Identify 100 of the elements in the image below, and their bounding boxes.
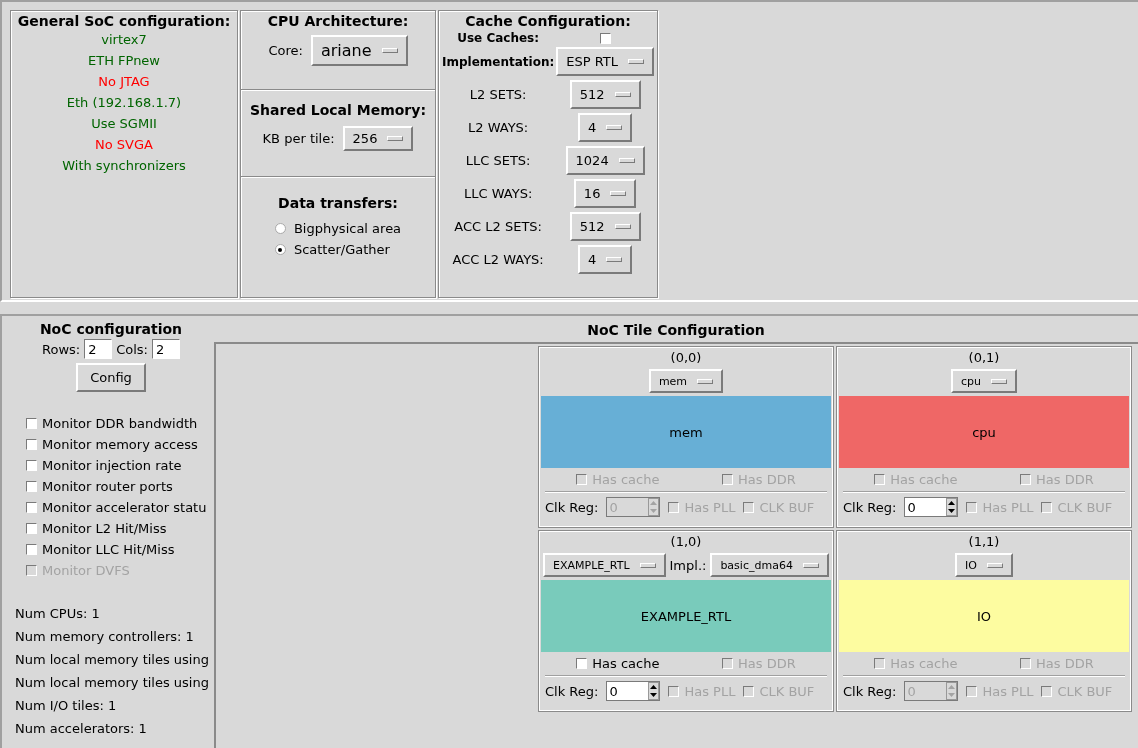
value-dropdown[interactable]: 512 [569, 80, 641, 109]
tile-block: EXAMPLE_RTL [541, 580, 831, 652]
field-label: KB per tile: [262, 131, 335, 146]
checkbox[interactable] [26, 460, 37, 471]
indicator-icon [639, 562, 656, 568]
clock-spinbox[interactable]: 0 [904, 497, 959, 517]
cols-input[interactable]: 2 [152, 339, 180, 359]
indicator-icon [387, 136, 404, 141]
radio-label[interactable]: Scatter/Gather [293, 242, 390, 257]
section-title: CPU Architecture: [267, 13, 409, 29]
status-text: No JTAG [98, 73, 150, 91]
status-text: With synchronizers [62, 157, 186, 175]
tile-block: mem [541, 396, 831, 468]
field-label: Clk Reg: [843, 499, 897, 515]
field-label: Clk Reg: [545, 499, 599, 515]
indicator-icon [986, 562, 1003, 568]
checkbox[interactable] [26, 544, 37, 555]
indicator-icon [614, 224, 631, 229]
field-label: Implementation: [442, 54, 555, 69]
value-dropdown[interactable]: 4 [578, 113, 633, 142]
indicator-icon [697, 378, 714, 384]
checkbox-label[interactable]: Monitor L2 Hit/Miss [42, 521, 167, 536]
field-label: L2 WAYS: [468, 120, 529, 135]
tile-type-dropdown[interactable]: IO [955, 553, 1013, 577]
checkbox[interactable] [599, 32, 611, 44]
status-text: No SVGA [95, 136, 153, 154]
indicator-icon [991, 378, 1007, 384]
field-label: L2 SETS: [469, 87, 527, 102]
status-text: ETH FPnew [88, 52, 160, 70]
checkbox-label[interactable]: Monitor router ports [42, 479, 173, 494]
radio-button[interactable] [274, 244, 286, 255]
tile-coordinate: (0,0) [670, 350, 702, 366]
tile-block: IO [839, 580, 1129, 652]
status-text: Eth (192.168.1.7) [66, 94, 182, 112]
radio-label[interactable]: Bigphysical area [293, 221, 402, 236]
indicator-icon [618, 158, 635, 163]
field-label: Clk Reg: [545, 683, 599, 699]
section-title: General SoC configuration: [17, 13, 231, 29]
spin-arrows-icon [648, 682, 660, 700]
checkbox-label[interactable]: Monitor LLC Hit/Miss [42, 542, 175, 557]
clock-spinbox[interactable]: 0 [606, 681, 661, 701]
tile-coordinate: (1,0) [670, 534, 702, 550]
spin-arrows-icon [946, 682, 958, 700]
indicator-icon [628, 59, 644, 64]
field-label: Impl.: [669, 557, 707, 573]
section-title: Data transfers: [278, 195, 398, 211]
tile-block: cpu [839, 396, 1129, 468]
stat-text: Num accelerators: 1 [15, 720, 148, 738]
field-label: ACC L2 SETS: [454, 219, 542, 234]
value-dropdown[interactable]: 1024 [565, 146, 645, 175]
section-title: Shared Local Memory: [250, 102, 426, 118]
value-dropdown[interactable]: 512 [569, 212, 641, 241]
indicator-icon [610, 191, 627, 196]
indicator-icon [381, 48, 398, 53]
field-label: LLC SETS: [465, 153, 531, 168]
checkbox-label[interactable]: Monitor accelerator statu [42, 500, 207, 515]
stat-text: Num I/O tiles: 1 [15, 697, 118, 715]
checkbox-label[interactable]: Monitor DDR bandwidth [42, 416, 198, 431]
field-label: Core: [268, 43, 303, 58]
rows-input[interactable]: 2 [84, 339, 113, 359]
checkbox[interactable] [26, 439, 37, 450]
checkbox[interactable] [26, 418, 37, 429]
indicator-icon [606, 257, 623, 262]
stat-text: Num memory controllers: 1 [15, 628, 195, 646]
tile-coordinate: (1,1) [968, 534, 1000, 550]
indicator-icon [802, 562, 819, 568]
memory-dropdown[interactable]: 256 [342, 126, 414, 151]
stat-text: Num local memory tiles using [15, 651, 210, 669]
implementation-dropdown[interactable]: ESP RTL [556, 47, 654, 76]
status-text: virtex7 [101, 31, 147, 49]
checkbox[interactable] [576, 658, 588, 669]
section-title: NoC configuration [39, 321, 183, 337]
value-dropdown[interactable]: 16 [573, 179, 637, 208]
field-label: Use Caches: [457, 31, 540, 45]
implementation-dropdown[interactable]: basic_dma64 [710, 553, 829, 577]
indicator-icon [606, 125, 623, 130]
tile-type-dropdown[interactable]: EXAMPLE_RTL [543, 553, 666, 577]
spin-arrows-icon [946, 498, 958, 516]
checkbox[interactable] [26, 523, 37, 534]
tile-type-dropdown[interactable]: cpu [951, 369, 1017, 393]
config-button[interactable]: Config [76, 363, 146, 392]
section-title: Cache Configuration: [465, 13, 631, 29]
field-label: LLC WAYS: [464, 186, 533, 201]
checkbox-label[interactable]: Monitor injection rate [42, 458, 182, 473]
checkbox-label[interactable]: Monitor memory access [42, 437, 198, 452]
checkbox[interactable] [26, 502, 37, 513]
spin-arrows-icon [648, 498, 660, 516]
stat-text: Num CPUs: 1 [15, 605, 101, 623]
radio-button[interactable] [274, 223, 286, 234]
checkbox[interactable] [26, 481, 37, 492]
section-title: NoC Tile Configuration [586, 321, 766, 340]
tile-type-dropdown[interactable]: mem [648, 369, 724, 393]
value-dropdown[interactable]: 4 [578, 245, 633, 274]
status-text: Use SGMII [91, 115, 157, 133]
field-label: Cols: [116, 341, 148, 357]
field-label: Clk Reg: [843, 683, 897, 699]
checkbox-label[interactable]: Has cache [592, 656, 660, 671]
field-label: ACC L2 WAYS: [452, 252, 544, 267]
core-dropdown[interactable]: ariane [310, 35, 408, 66]
indicator-icon [614, 92, 631, 97]
